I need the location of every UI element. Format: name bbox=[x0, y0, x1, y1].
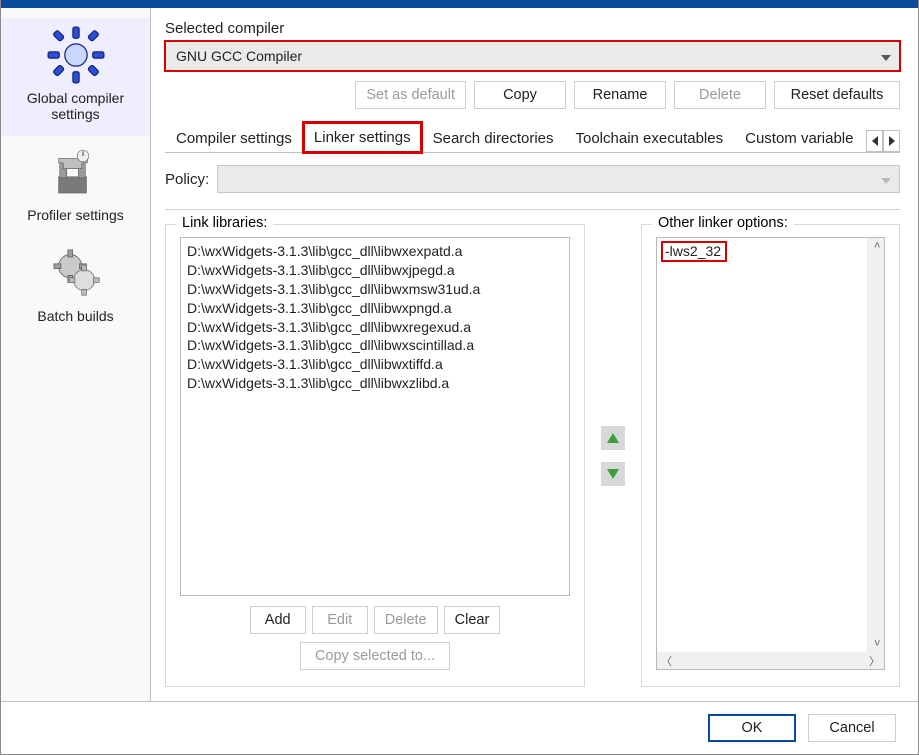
compiler-dropdown[interactable]: GNU GCC Compiler bbox=[165, 41, 900, 71]
other-linker-options-value: -lws2_32 bbox=[661, 241, 727, 262]
move-up-button[interactable] bbox=[601, 426, 625, 450]
move-down-button[interactable] bbox=[601, 462, 625, 486]
set-as-default-button[interactable]: Set as default bbox=[355, 81, 466, 109]
sidebar: Global compiler settings Profiler settin… bbox=[1, 8, 151, 701]
other-linker-options-label: Other linker options: bbox=[652, 215, 794, 231]
add-button[interactable]: Add bbox=[250, 606, 306, 634]
reorder-controls bbox=[601, 426, 625, 486]
reset-defaults-button[interactable]: Reset defaults bbox=[774, 81, 900, 109]
link-libraries-label: Link libraries: bbox=[176, 215, 273, 231]
clear-button[interactable]: Clear bbox=[444, 606, 501, 634]
compiler-settings-window: Global compiler settings Profiler settin… bbox=[0, 0, 919, 755]
policy-dropdown[interactable] bbox=[217, 165, 900, 193]
sidebar-item-batch-builds[interactable]: Batch builds bbox=[1, 237, 150, 338]
cancel-button[interactable]: Cancel bbox=[808, 714, 896, 742]
chevron-left-icon: 〈 bbox=[657, 653, 676, 669]
sidebar-item-label: Profiler settings bbox=[3, 207, 148, 223]
tab-scroll-right-button[interactable] bbox=[883, 130, 900, 152]
tab-search-directories[interactable]: Search directories bbox=[422, 123, 565, 153]
tab-compiler-settings[interactable]: Compiler settings bbox=[165, 123, 303, 153]
sidebar-item-label: Batch builds bbox=[3, 308, 148, 324]
list-item[interactable]: D:\wxWidgets-3.1.3\lib\gcc_dll\libwxscin… bbox=[187, 336, 563, 355]
chevron-down-icon bbox=[881, 48, 891, 64]
edit-button[interactable]: Edit bbox=[312, 606, 368, 634]
gear-icon bbox=[3, 24, 148, 86]
link-libraries-group: Link libraries: D:\wxWidgets-3.1.3\lib\g… bbox=[165, 224, 585, 687]
window-titlebar bbox=[1, 0, 918, 8]
chevron-down-icon: ˅ bbox=[870, 638, 884, 650]
sidebar-item-label: Global compiler settings bbox=[3, 90, 148, 122]
main-panel: Selected compiler GNU GCC Compiler Set a… bbox=[151, 8, 918, 701]
dialog-footer: OK Cancel bbox=[1, 701, 918, 754]
selected-compiler-label: Selected compiler bbox=[165, 20, 900, 37]
delete-lib-button[interactable]: Delete bbox=[374, 606, 438, 634]
tab-toolchain-executables[interactable]: Toolchain executables bbox=[565, 123, 735, 153]
ok-button[interactable]: OK bbox=[708, 714, 796, 742]
tab-custom-variables[interactable]: Custom variable bbox=[734, 123, 864, 153]
other-linker-options-group: Other linker options: -lws2_32 ˄ ˅ 〈 〉 bbox=[641, 224, 900, 687]
scrollbar-vertical[interactable]: ˄ ˅ bbox=[867, 238, 884, 652]
sidebar-item-profiler[interactable]: Profiler settings bbox=[1, 136, 150, 237]
sidebar-item-global-compiler[interactable]: Global compiler settings bbox=[1, 18, 150, 136]
tab-bar: Compiler settings Linker settings Search… bbox=[165, 121, 900, 153]
list-item[interactable]: D:\wxWidgets-3.1.3\lib\gcc_dll\libwxexpa… bbox=[187, 242, 563, 261]
chevron-down-icon bbox=[881, 171, 891, 187]
copy-button[interactable]: Copy bbox=[474, 81, 566, 109]
delete-button[interactable]: Delete bbox=[674, 81, 766, 109]
list-item[interactable]: D:\wxWidgets-3.1.3\lib\gcc_dll\libwxjpeg… bbox=[187, 261, 563, 280]
divider bbox=[165, 209, 900, 210]
policy-label: Policy: bbox=[165, 171, 209, 188]
copy-selected-to-button[interactable]: Copy selected to... bbox=[300, 642, 450, 670]
list-item[interactable]: D:\wxWidgets-3.1.3\lib\gcc_dll\libwxtiff… bbox=[187, 355, 563, 374]
batch-builds-icon bbox=[3, 243, 148, 304]
rename-button[interactable]: Rename bbox=[574, 81, 666, 109]
link-libraries-list[interactable]: D:\wxWidgets-3.1.3\lib\gcc_dll\libwxexpa… bbox=[180, 237, 570, 596]
list-item[interactable]: D:\wxWidgets-3.1.3\lib\gcc_dll\libwxmsw3… bbox=[187, 280, 563, 299]
chevron-up-icon: ˄ bbox=[870, 240, 884, 252]
list-item[interactable]: D:\wxWidgets-3.1.3\lib\gcc_dll\libwxzlib… bbox=[187, 374, 563, 393]
list-item[interactable]: D:\wxWidgets-3.1.3\lib\gcc_dll\libwxpngd… bbox=[187, 299, 563, 318]
chevron-right-icon: 〉 bbox=[865, 653, 884, 669]
list-item[interactable]: D:\wxWidgets-3.1.3\lib\gcc_dll\libwxrege… bbox=[187, 318, 563, 337]
other-linker-options-textarea[interactable]: -lws2_32 ˄ ˅ 〈 〉 bbox=[656, 237, 885, 670]
compiler-dropdown-value: GNU GCC Compiler bbox=[176, 48, 302, 64]
profiler-icon bbox=[3, 142, 148, 203]
tab-scroll-left-button[interactable] bbox=[866, 130, 883, 152]
scrollbar-horizontal[interactable]: 〈 〉 bbox=[657, 652, 884, 669]
tab-linker-settings[interactable]: Linker settings bbox=[303, 122, 422, 153]
